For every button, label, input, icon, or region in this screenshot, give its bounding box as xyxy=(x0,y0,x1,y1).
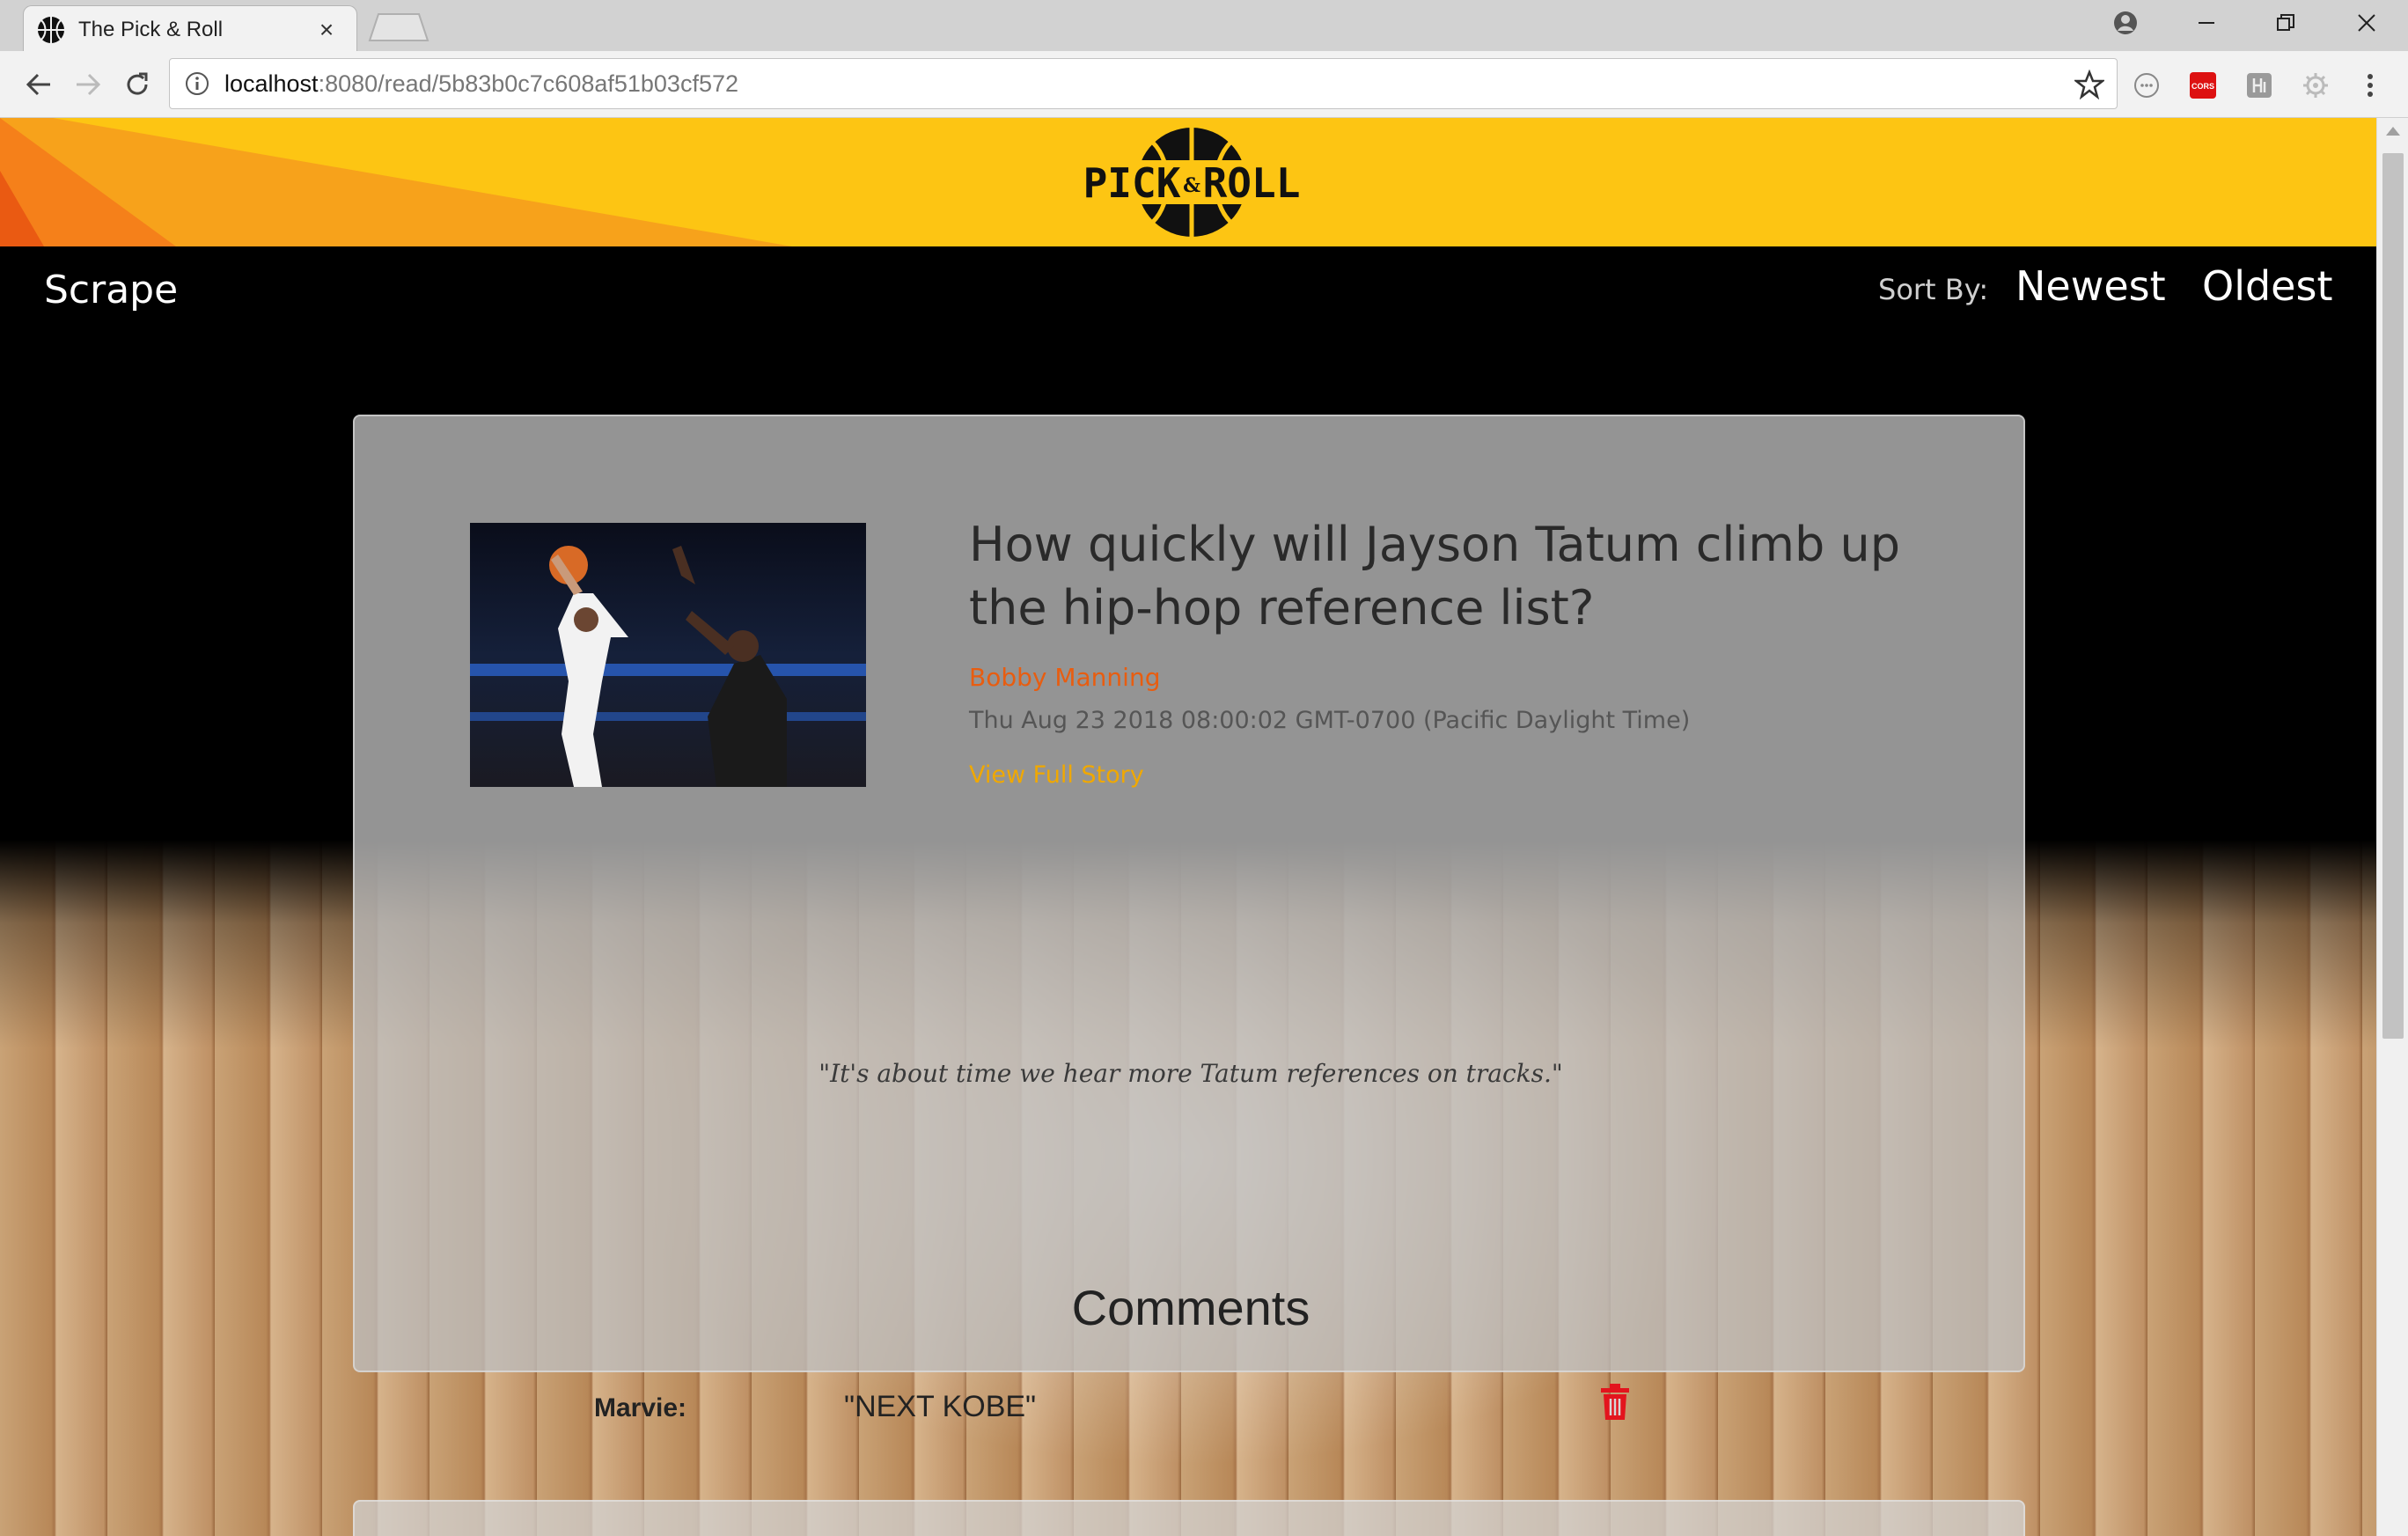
comments-heading: Comments xyxy=(1071,1280,1310,1335)
pick-and-roll-logo: PICK & ROLL xyxy=(1079,128,1304,237)
profile-icon[interactable] xyxy=(2086,0,2165,46)
browser-toolbar: localhost:8080/read/5b83b0c7c608af51b03c… xyxy=(0,51,2408,118)
article-date: Thu Aug 23 2018 08:00:02 GMT-0700 (Pacif… xyxy=(969,707,1691,734)
comment-username: Marvie: xyxy=(594,1393,687,1422)
scroll-up-arrow-icon[interactable] xyxy=(2386,127,2400,136)
minimize-icon[interactable] xyxy=(2167,0,2246,46)
article-card: How quickly will Jayson Tatum climb up t… xyxy=(353,415,2025,1423)
address-bar[interactable]: localhost:8080/read/5b83b0c7c608af51b03c… xyxy=(169,58,2118,109)
scrape-link[interactable]: Scrape xyxy=(44,268,178,312)
extension-dots-icon[interactable] xyxy=(2132,70,2162,100)
svg-text:PICK: PICK xyxy=(1083,159,1181,207)
url-text: localhost:8080/read/5b83b0c7c608af51b03c… xyxy=(224,70,738,97)
article-quote: "It's about time we hear more Tatum refe… xyxy=(819,1059,1563,1088)
tab-strip: The Pick & Roll × xyxy=(0,0,2408,53)
tab-close-icon[interactable]: × xyxy=(314,16,339,44)
sort-by-label: Sort By: xyxy=(1878,273,1989,306)
article-thumbnail-image[interactable] xyxy=(470,523,866,787)
scrollbar-thumb[interactable] xyxy=(2382,153,2404,1039)
sort-oldest-link[interactable]: Oldest xyxy=(2202,262,2333,310)
sort-newest-link[interactable]: Newest xyxy=(2015,262,2166,310)
page-scrollbar[interactable] xyxy=(2376,118,2408,1536)
gear-extension-icon[interactable] xyxy=(2301,70,2331,100)
svg-text:ROLL: ROLL xyxy=(1203,159,1301,207)
reload-icon[interactable] xyxy=(120,67,155,102)
puzzle-extension-icon[interactable] xyxy=(2244,70,2274,100)
restore-icon[interactable] xyxy=(2246,0,2325,46)
svg-text:&: & xyxy=(1183,174,1200,197)
article-title: How quickly will Jayson Tatum climb up t… xyxy=(969,517,1900,636)
forward-arrow-icon[interactable] xyxy=(70,67,106,102)
cors-extension-icon[interactable]: CORS xyxy=(2188,70,2218,100)
tab-title: The Pick & Roll xyxy=(78,17,224,41)
info-icon[interactable] xyxy=(184,70,210,97)
comment-text: "NEXT KOBE" xyxy=(844,1390,1037,1423)
trash-icon[interactable] xyxy=(1597,1383,1633,1422)
bookmark-star-icon[interactable] xyxy=(2074,70,2104,99)
next-article-card xyxy=(353,1500,2025,1536)
new-tab-button[interactable] xyxy=(368,12,429,42)
basketball-favicon-icon xyxy=(38,16,64,43)
orange-sweep-decoration xyxy=(0,118,792,246)
svg-text:CORS: CORS xyxy=(2191,82,2214,91)
browser-tab[interactable]: The Pick & Roll × xyxy=(23,5,357,53)
close-window-icon[interactable] xyxy=(2327,0,2406,46)
page-viewport: PICK & ROLL Scrape Sort By: Newest Oldes… xyxy=(0,118,2376,1536)
back-arrow-icon[interactable] xyxy=(21,67,56,102)
view-full-story-link[interactable]: View Full Story xyxy=(969,761,1144,789)
article-author: Bobby Manning xyxy=(969,663,1161,692)
site-header: PICK & ROLL xyxy=(0,118,2376,246)
menu-kebab-icon[interactable] xyxy=(2355,70,2385,100)
